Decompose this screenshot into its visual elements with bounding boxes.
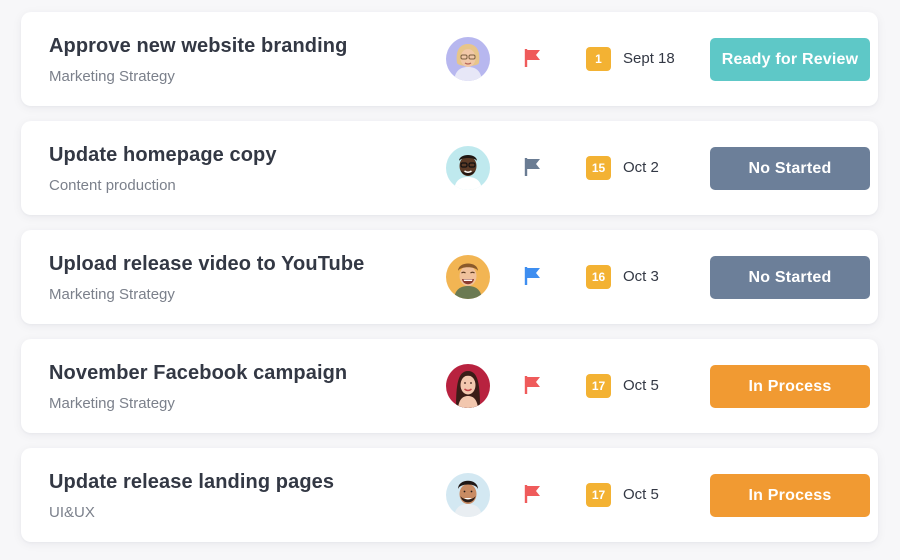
task-project: UI&UX bbox=[49, 504, 95, 521]
task-title[interactable]: Update homepage copy bbox=[49, 144, 277, 167]
status-button[interactable]: No Started bbox=[710, 256, 870, 299]
task-title[interactable]: November Facebook campaign bbox=[49, 362, 347, 385]
task-title[interactable]: Approve new website branding bbox=[49, 35, 347, 58]
due-date: Sept 18 bbox=[623, 50, 675, 67]
task-title[interactable]: Update release landing pages bbox=[49, 471, 334, 494]
priority-flag-icon[interactable] bbox=[524, 375, 542, 395]
task-project: Content production bbox=[49, 177, 176, 194]
assignee-avatar[interactable] bbox=[446, 146, 490, 190]
priority-flag-icon[interactable] bbox=[524, 484, 542, 504]
status-button[interactable]: Ready for Review bbox=[710, 38, 870, 81]
priority-flag-icon[interactable] bbox=[524, 157, 542, 177]
due-date: Oct 2 bbox=[623, 159, 659, 176]
task-row[interactable]: Update homepage copy Content production … bbox=[21, 121, 878, 215]
due-day-badge: 17 bbox=[586, 483, 611, 507]
task-list: Approve new website branding Marketing S… bbox=[21, 12, 878, 557]
due-date: Oct 5 bbox=[623, 377, 659, 394]
assignee-avatar[interactable] bbox=[446, 255, 490, 299]
status-button[interactable]: No Started bbox=[710, 147, 870, 190]
due-day-badge: 15 bbox=[586, 156, 611, 180]
task-project: Marketing Strategy bbox=[49, 286, 175, 303]
due-day-badge: 1 bbox=[586, 47, 611, 71]
due-date: Oct 3 bbox=[623, 268, 659, 285]
due-date: Oct 5 bbox=[623, 486, 659, 503]
due-day-badge: 17 bbox=[586, 374, 611, 398]
task-row[interactable]: Approve new website branding Marketing S… bbox=[21, 12, 878, 106]
due-day-badge: 16 bbox=[586, 265, 611, 289]
task-row[interactable]: November Facebook campaign Marketing Str… bbox=[21, 339, 878, 433]
task-row[interactable]: Update release landing pages UI&UX 17 Oc… bbox=[21, 448, 878, 542]
assignee-avatar[interactable] bbox=[446, 37, 490, 81]
task-project: Marketing Strategy bbox=[49, 68, 175, 85]
priority-flag-icon[interactable] bbox=[524, 266, 542, 286]
task-row[interactable]: Upload release video to YouTube Marketin… bbox=[21, 230, 878, 324]
assignee-avatar[interactable] bbox=[446, 473, 490, 517]
task-title[interactable]: Upload release video to YouTube bbox=[49, 253, 364, 276]
status-button[interactable]: In Process bbox=[710, 365, 870, 408]
task-project: Marketing Strategy bbox=[49, 395, 175, 412]
status-button[interactable]: In Process bbox=[710, 474, 870, 517]
assignee-avatar[interactable] bbox=[446, 364, 490, 408]
priority-flag-icon[interactable] bbox=[524, 48, 542, 68]
